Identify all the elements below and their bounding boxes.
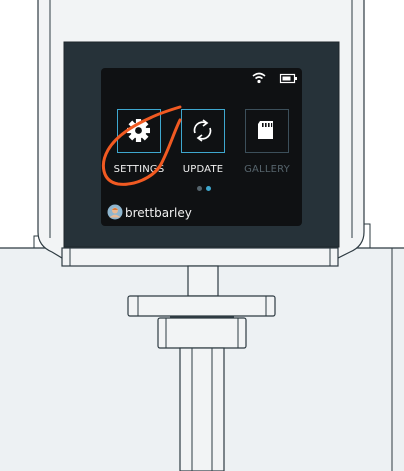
connector-flange: [127, 295, 276, 317]
battery-icon: [279, 73, 297, 84]
mount-post: [179, 347, 225, 471]
username-label: brettbarley: [125, 206, 192, 220]
sd-card-icon: [258, 121, 273, 139]
refresh-icon: [193, 119, 212, 142]
update-app-tile[interactable]: [181, 109, 225, 153]
avatar-icon: [107, 204, 123, 220]
settings-label: SETTINGS: [113, 164, 165, 175]
device-illustration: SETTINGS UPDATE GALLERY brettbarley: [0, 0, 404, 471]
status-bar: [252, 72, 297, 84]
settings-app-tile[interactable]: [117, 109, 161, 153]
update-label: UPDATE: [182, 164, 224, 175]
wifi-icon: [252, 72, 266, 84]
page-dot-2[interactable]: [206, 186, 211, 191]
gallery-app-tile[interactable]: [245, 109, 289, 153]
gear-icon: [127, 119, 150, 142]
connector-nut: [157, 317, 247, 349]
gallery-label: GALLERY: [244, 164, 290, 175]
page-dot-1[interactable]: [197, 186, 202, 191]
